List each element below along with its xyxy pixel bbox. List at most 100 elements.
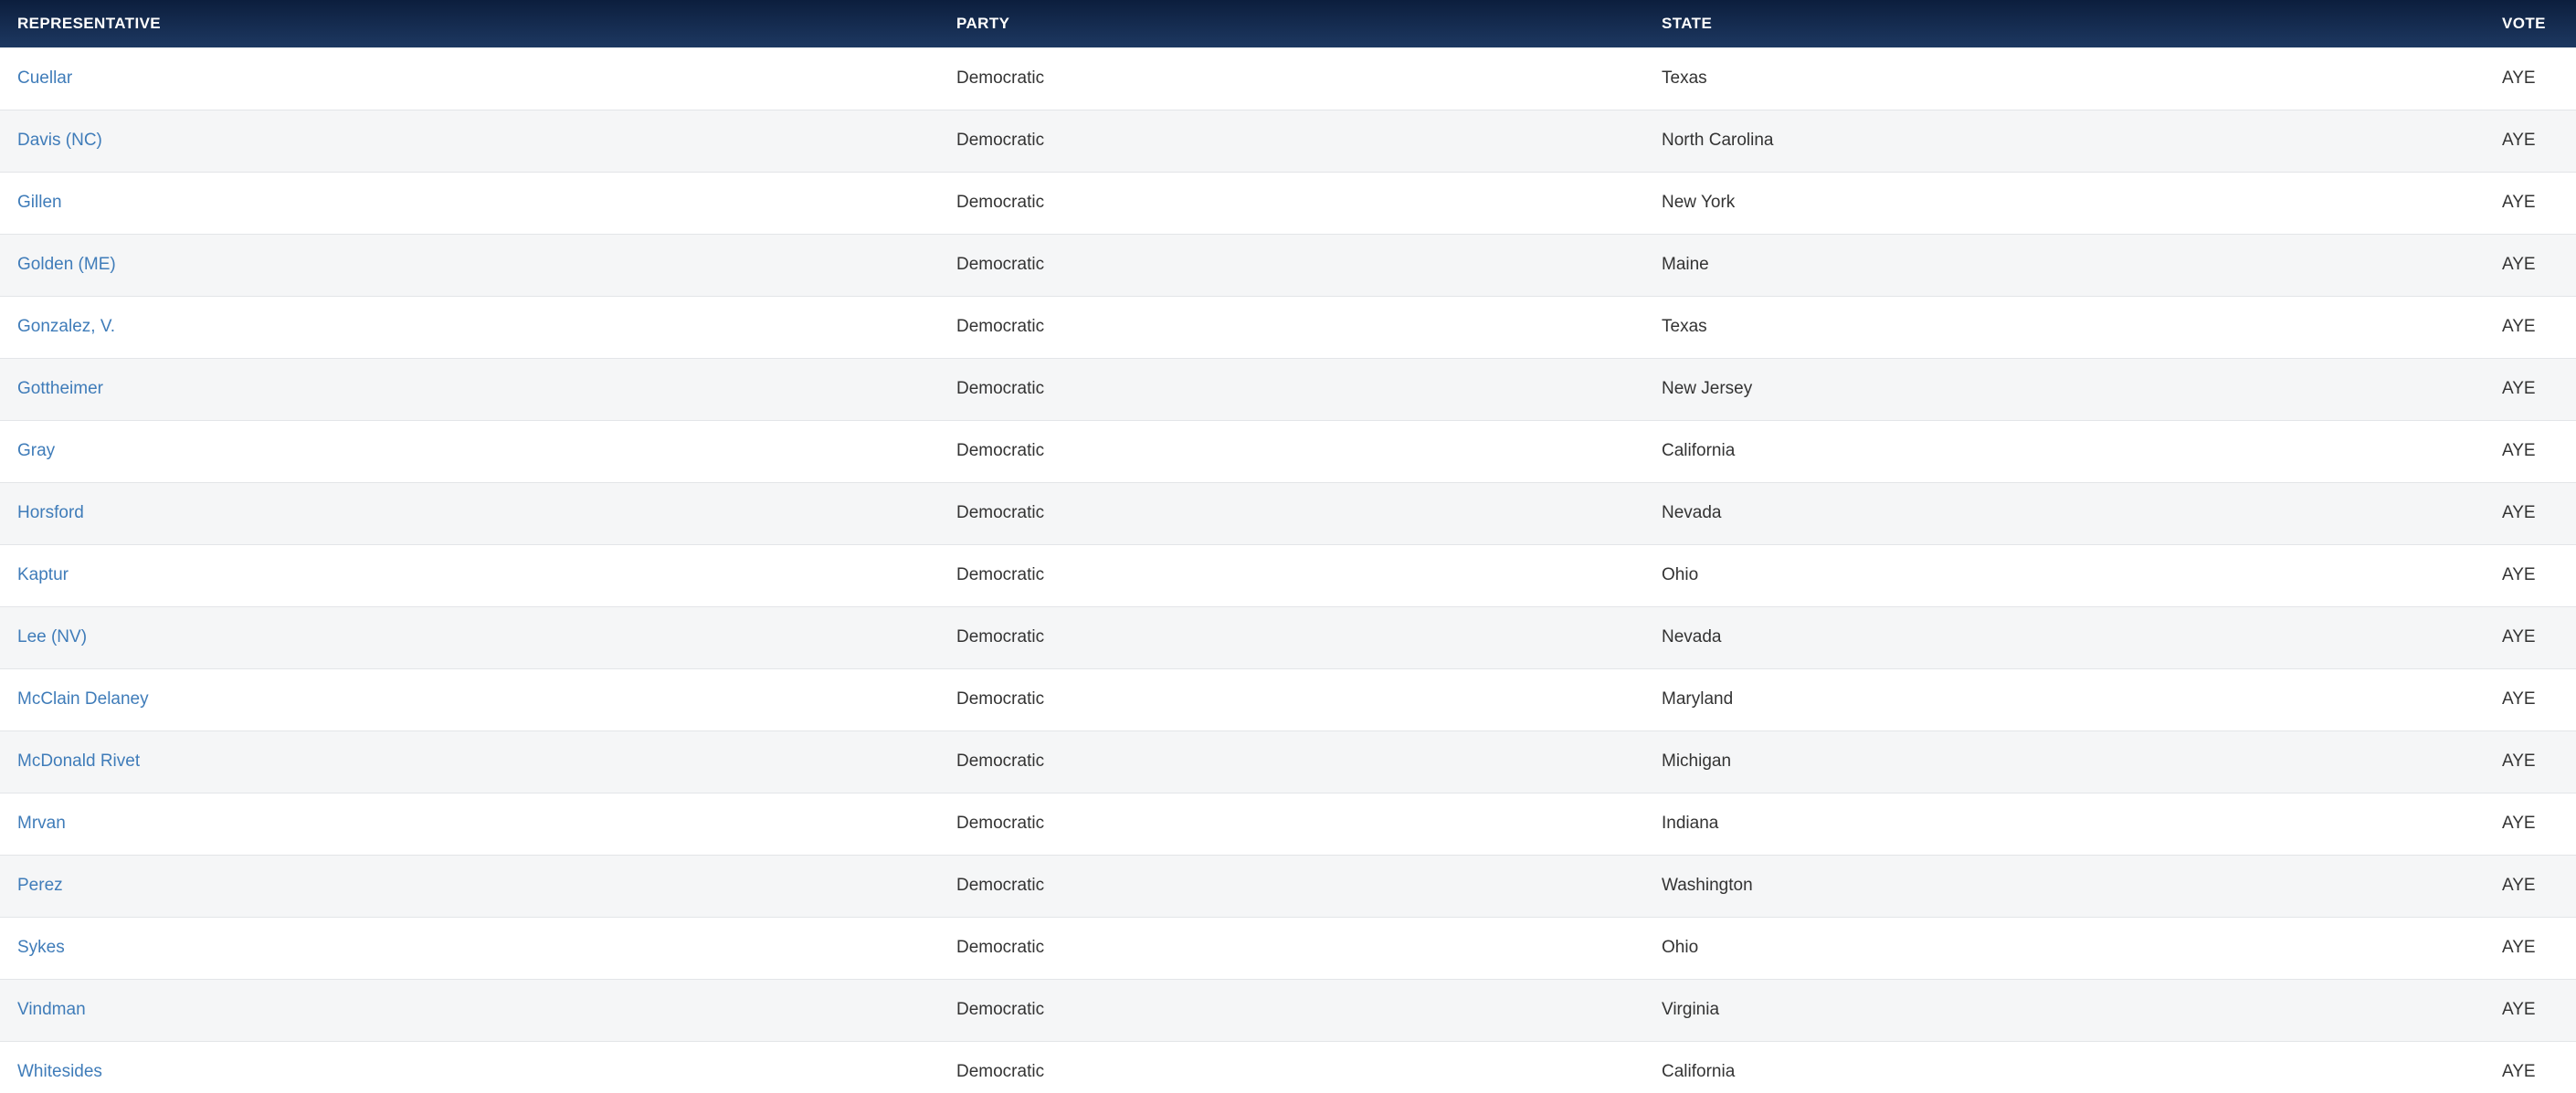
vote-cell: AYE <box>2502 441 2536 460</box>
state-cell: California <box>1662 441 1736 460</box>
state-cell: Ohio <box>1662 565 1699 584</box>
vote-cell: AYE <box>2502 379 2536 398</box>
representative-cell: Golden (ME) <box>0 234 956 296</box>
representative-cell: Lee (NV) <box>0 606 956 668</box>
representative-link[interactable]: Davis (NC) <box>17 131 102 150</box>
party-cell: Democratic <box>956 131 1045 150</box>
vote-cell: AYE <box>2502 751 2536 771</box>
party-cell: Democratic <box>956 751 1045 771</box>
representative-cell: Gray <box>0 420 956 482</box>
representative-cell: McDonald Rivet <box>0 730 956 793</box>
representative-link[interactable]: McClain Delaney <box>17 689 149 709</box>
state-cell: Washington <box>1662 876 1753 895</box>
table-row: Horsford Democratic Nevada AYE <box>0 482 2576 544</box>
representative-cell: Kaptur <box>0 544 956 606</box>
vote-cell: AYE <box>2502 814 2536 833</box>
representative-cell: Vindman <box>0 979 956 1041</box>
table-row: McClain Delaney Democratic Maryland AYE <box>0 668 2576 730</box>
representative-cell: Whitesides <box>0 1041 956 1093</box>
representative-link[interactable]: Gray <box>17 441 55 460</box>
party-cell: Democratic <box>956 565 1045 584</box>
representative-cell: Gonzalez, V. <box>0 296 956 358</box>
table-row: Sykes Democratic Ohio AYE <box>0 917 2576 979</box>
vote-cell: AYE <box>2502 876 2536 895</box>
representative-cell: Perez <box>0 855 956 917</box>
table-row: Vindman Democratic Virginia AYE <box>0 979 2576 1041</box>
party-cell: Democratic <box>956 379 1045 398</box>
party-cell: Democratic <box>956 938 1045 957</box>
state-cell: Ohio <box>1662 938 1699 957</box>
representative-link[interactable]: Mrvan <box>17 814 66 833</box>
party-cell: Democratic <box>956 1062 1045 1081</box>
vote-cell: AYE <box>2502 255 2536 274</box>
state-cell: Maine <box>1662 255 1709 274</box>
state-cell: Maryland <box>1662 689 1734 709</box>
vote-cell: AYE <box>2502 68 2536 88</box>
table-row: Gray Democratic California AYE <box>0 420 2576 482</box>
representative-link[interactable]: Golden (ME) <box>17 255 116 274</box>
state-cell: Nevada <box>1662 503 1722 522</box>
party-cell: Democratic <box>956 441 1045 460</box>
representative-link[interactable]: Lee (NV) <box>17 627 87 646</box>
column-header-vote: VOTE <box>2502 15 2546 32</box>
representative-cell: Gottheimer <box>0 358 956 420</box>
table-row: Golden (ME) Democratic Maine AYE <box>0 234 2576 296</box>
representative-link[interactable]: Perez <box>17 876 63 895</box>
column-header-representative: REPRESENTATIVE <box>17 15 162 32</box>
representative-cell: Gillen <box>0 172 956 234</box>
representative-link[interactable]: Vindman <box>17 1000 86 1019</box>
representative-link[interactable]: Horsford <box>17 503 84 522</box>
party-cell: Democratic <box>956 689 1045 709</box>
state-cell: Texas <box>1662 68 1707 88</box>
representative-cell: Davis (NC) <box>0 110 956 172</box>
table-row: Gillen Democratic New York AYE <box>0 172 2576 234</box>
state-cell: California <box>1662 1062 1736 1081</box>
state-cell: Nevada <box>1662 627 1722 646</box>
votes-table-container: REPRESENTATIVE PARTY STATE VOTE Cuellar D… <box>0 0 2576 1093</box>
table-row: Perez Democratic Washington AYE <box>0 855 2576 917</box>
vote-cell: AYE <box>2502 689 2536 709</box>
vote-cell: AYE <box>2502 131 2536 150</box>
state-cell: Michigan <box>1662 751 1732 771</box>
party-cell: Democratic <box>956 503 1045 522</box>
state-cell: Virginia <box>1662 1000 1720 1019</box>
table-row: McDonald Rivet Democratic Michigan AYE <box>0 730 2576 793</box>
state-cell: New York <box>1662 193 1736 212</box>
table-row: Lee (NV) Democratic Nevada AYE <box>0 606 2576 668</box>
party-cell: Democratic <box>956 1000 1045 1019</box>
representative-cell: Sykes <box>0 917 956 979</box>
representative-cell: Horsford <box>0 482 956 544</box>
representative-link[interactable]: Kaptur <box>17 565 69 584</box>
header-row: REPRESENTATIVE PARTY STATE VOTE <box>0 0 2576 47</box>
representative-link[interactable]: Cuellar <box>17 68 72 88</box>
vote-cell: AYE <box>2502 193 2536 212</box>
party-cell: Democratic <box>956 317 1045 336</box>
vote-cell: AYE <box>2502 565 2536 584</box>
vote-cell: AYE <box>2502 627 2536 646</box>
representative-link[interactable]: Whitesides <box>17 1062 102 1081</box>
table-row: Mrvan Democratic Indiana AYE <box>0 793 2576 855</box>
table-row: Cuellar Democratic Texas AYE <box>0 47 2576 110</box>
representative-link[interactable]: McDonald Rivet <box>17 751 140 771</box>
state-cell: New Jersey <box>1662 379 1753 398</box>
representative-cell: McClain Delaney <box>0 668 956 730</box>
table-row: Whitesides Democratic California AYE <box>0 1041 2576 1093</box>
vote-cell: AYE <box>2502 317 2536 336</box>
party-cell: Democratic <box>956 255 1045 274</box>
party-cell: Democratic <box>956 814 1045 833</box>
table-row: Gonzalez, V. Democratic Texas AYE <box>0 296 2576 358</box>
vote-cell: AYE <box>2502 938 2536 957</box>
party-cell: Democratic <box>956 193 1045 212</box>
representative-link[interactable]: Gillen <box>17 193 62 212</box>
vote-cell: AYE <box>2502 1000 2536 1019</box>
table-row: Davis (NC) Democratic North Carolina AYE <box>0 110 2576 172</box>
state-cell: North Carolina <box>1662 131 1774 150</box>
state-cell: Texas <box>1662 317 1707 336</box>
representative-link[interactable]: Sykes <box>17 938 65 957</box>
representative-link[interactable]: Gonzalez, V. <box>17 317 115 336</box>
party-cell: Democratic <box>956 68 1045 88</box>
state-cell: Indiana <box>1662 814 1719 833</box>
representative-link[interactable]: Gottheimer <box>17 379 103 398</box>
table-header: REPRESENTATIVE PARTY STATE VOTE <box>0 0 2576 47</box>
column-header-party: PARTY <box>956 15 1010 32</box>
